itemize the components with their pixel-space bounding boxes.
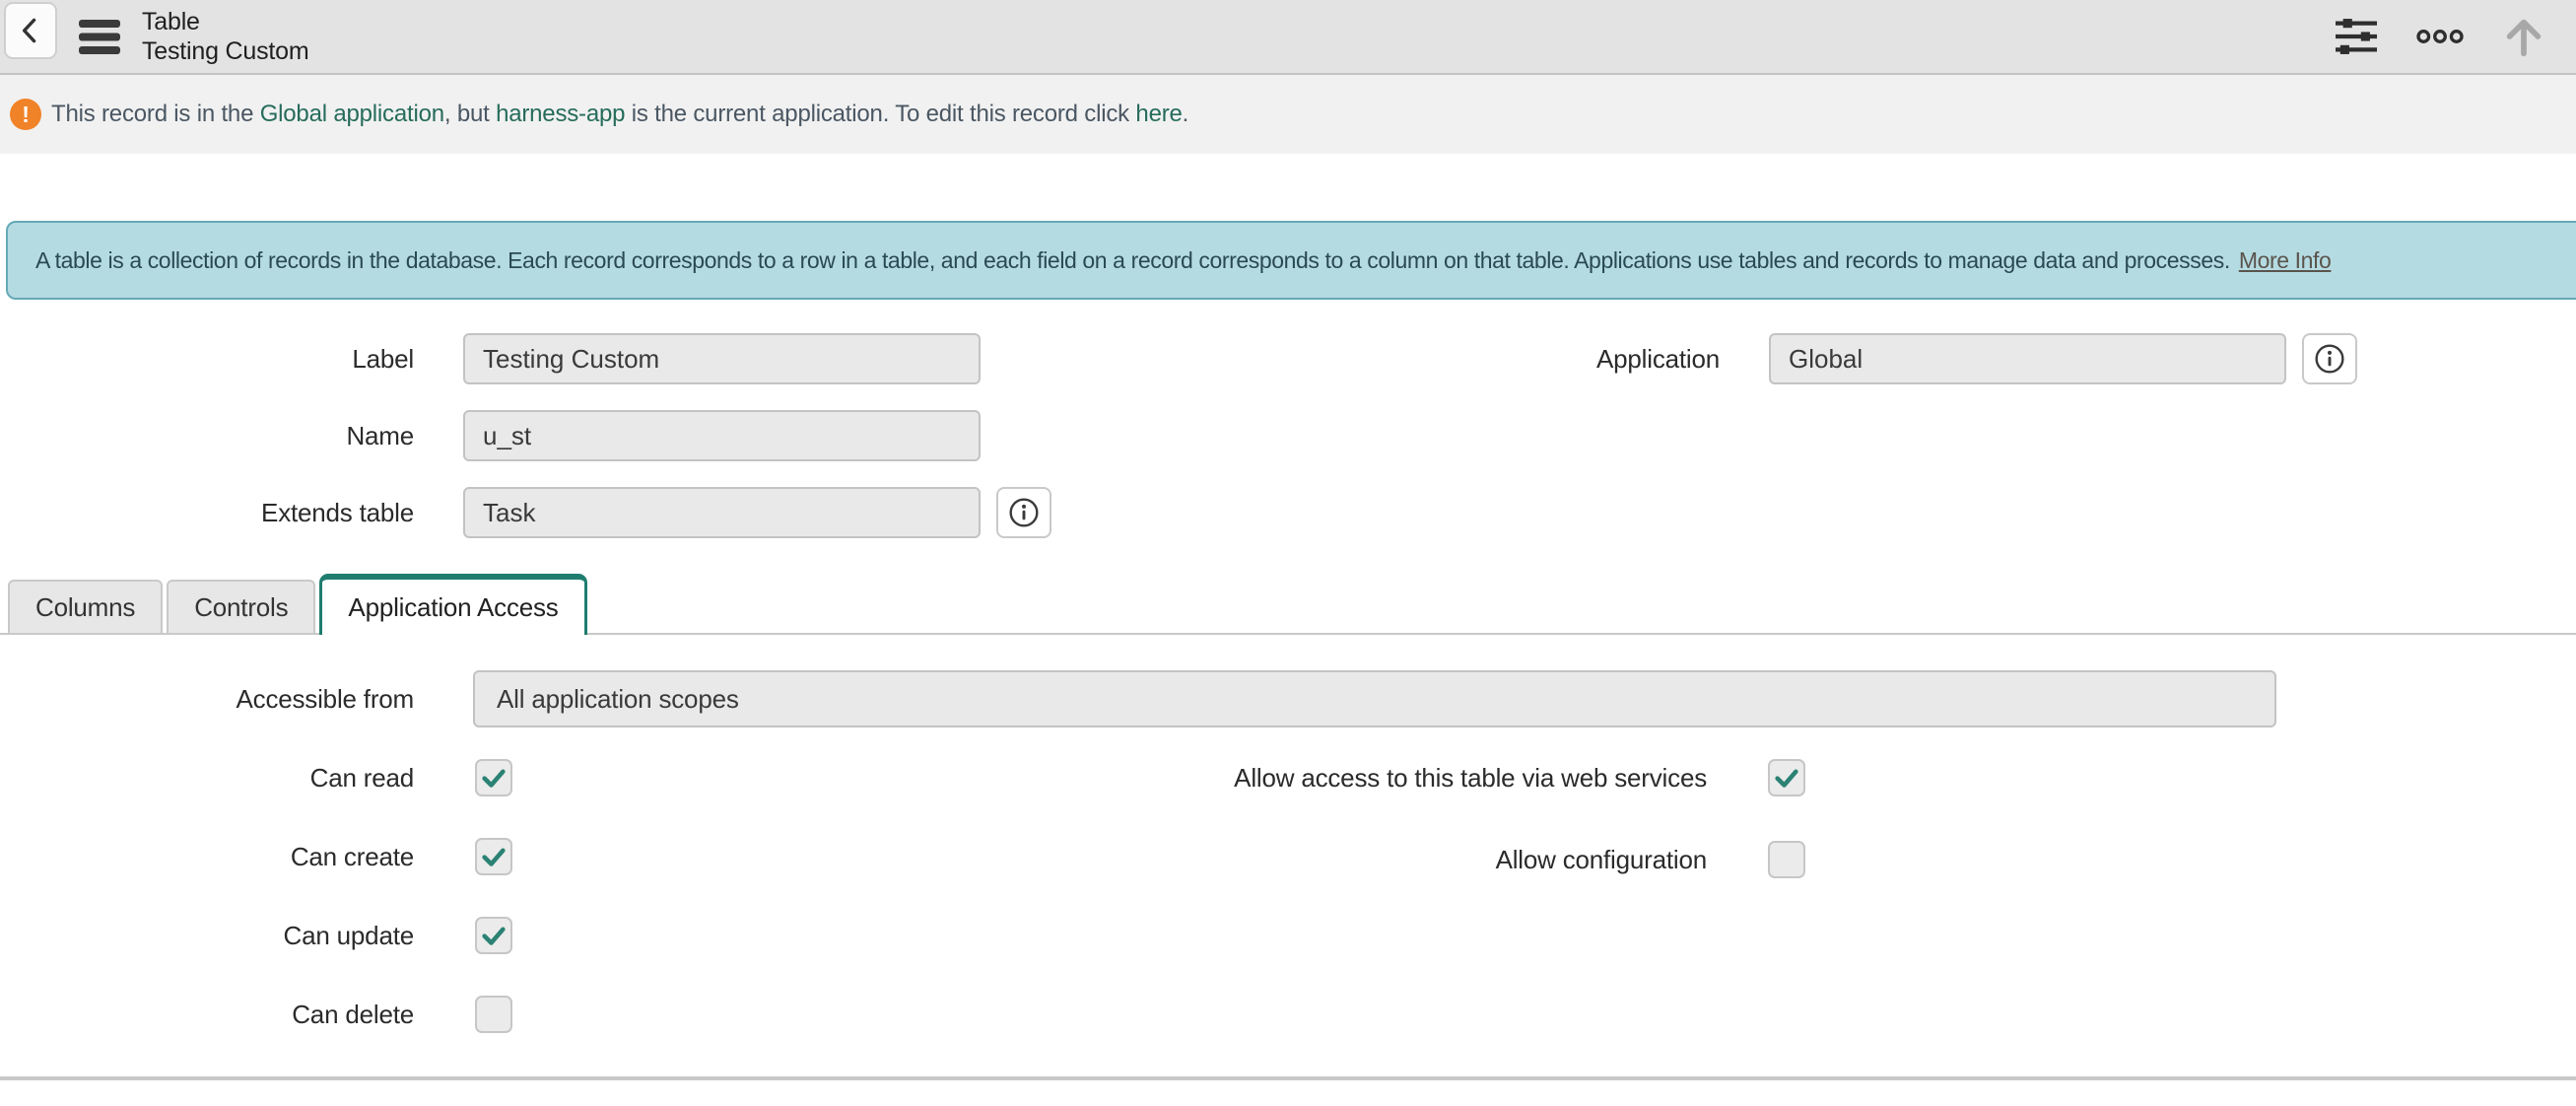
checkmark-icon: [1772, 763, 1801, 793]
web-services-checkbox[interactable]: [1768, 759, 1805, 796]
form-context-menu-button[interactable]: [79, 20, 120, 54]
application-field-input[interactable]: [1769, 333, 2286, 384]
web-services-row: Allow access to this table via web servi…: [1202, 759, 1805, 796]
record-title: Testing Custom: [142, 36, 309, 66]
tab-columns[interactable]: Columns: [8, 580, 163, 633]
warning-text: , but: [444, 101, 496, 127]
accessible-from-row: Accessible from All application scopes: [0, 670, 2576, 727]
allow-configuration-row: Allow configuration: [1202, 841, 1805, 878]
chevron-left-icon: [14, 14, 47, 47]
info-circle-icon: [1008, 497, 1040, 528]
application-field-label: Application: [1306, 344, 1720, 375]
tab-application-access[interactable]: Application Access: [319, 574, 586, 635]
banner-text: A table is a collection of records in th…: [35, 247, 2230, 274]
application-field-row: Application: [1306, 333, 2357, 384]
label-field-input[interactable]: [463, 333, 981, 384]
can-delete-checkbox[interactable]: [475, 996, 512, 1033]
can-read-label: Can read: [0, 763, 414, 794]
cross-scope-warning: ! This record is in the Global applicati…: [0, 75, 2576, 154]
topbar-actions: [2334, 14, 2546, 59]
tab-controls[interactable]: Controls: [167, 580, 315, 633]
tab-label: Columns: [35, 592, 135, 623]
sliders-icon: [2334, 16, 2379, 57]
checkmark-icon: [479, 842, 508, 871]
more-info-link[interactable]: More Info: [2239, 247, 2332, 274]
can-delete-label: Can delete: [0, 1000, 414, 1030]
name-field-row: Name: [0, 410, 2576, 461]
web-services-label: Allow access to this table via web servi…: [1202, 759, 1707, 796]
application-access-panel: Accessible from All application scopes C…: [0, 635, 2576, 1080]
access-right-column: Allow access to this table via web servi…: [1202, 759, 1805, 923]
record-type: Table: [142, 7, 309, 36]
form-header: Table Testing Custom: [0, 0, 2576, 75]
back-button[interactable]: [4, 2, 57, 59]
info-circle-icon: [2314, 343, 2345, 375]
allow-configuration-checkbox[interactable]: [1768, 841, 1805, 878]
form-right-column: Application: [1306, 333, 2357, 410]
extends-table-info-button[interactable]: [996, 487, 1051, 538]
can-delete-row: Can delete: [0, 996, 2576, 1033]
spacer: [0, 154, 2576, 221]
name-field-input[interactable]: [463, 410, 981, 461]
application-info-button[interactable]: [2302, 333, 2357, 384]
extends-table-field-input[interactable]: [463, 487, 981, 538]
hamburger-icon: [79, 20, 120, 54]
exclamation-circle-icon: !: [10, 99, 41, 130]
table-form: Label Name Extends table Application: [0, 300, 2576, 572]
form-tabs: Columns Controls Application Access: [0, 572, 2576, 635]
extends-table-field-row: Extends table: [0, 487, 2576, 538]
edit-here-link[interactable]: here: [1135, 101, 1182, 127]
warning-text: .: [1183, 101, 1188, 127]
checkmark-icon: [479, 763, 508, 793]
allow-configuration-label: Allow configuration: [1202, 841, 1707, 878]
current-application-link[interactable]: harness-app: [496, 101, 625, 127]
global-application-link[interactable]: Global application: [260, 101, 444, 127]
can-read-checkbox[interactable]: [475, 759, 512, 796]
personalize-form-button[interactable]: [2334, 16, 2379, 57]
extends-table-field-label: Extends table: [0, 498, 414, 528]
accessible-from-label: Accessible from: [0, 684, 414, 715]
table-description-banner: A table is a collection of records in th…: [6, 221, 2576, 300]
ellipsis-icon: [2414, 28, 2466, 45]
name-field-label: Name: [0, 421, 414, 451]
accessible-from-select[interactable]: All application scopes: [473, 670, 2276, 727]
more-options-button[interactable]: [2414, 28, 2466, 45]
can-create-checkbox[interactable]: [475, 838, 512, 875]
can-create-label: Can create: [0, 842, 414, 872]
warning-message: This record is in the Global application…: [51, 101, 1188, 128]
can-update-checkbox[interactable]: [475, 917, 512, 954]
arrow-up-icon: [2501, 14, 2546, 59]
label-field-label: Label: [0, 344, 414, 375]
record-title-block: Table Testing Custom: [142, 7, 309, 66]
checkmark-icon: [479, 921, 508, 950]
tab-label: Controls: [194, 592, 288, 623]
warning-text: This record is in the: [51, 101, 260, 127]
scroll-to-top-button[interactable]: [2501, 14, 2546, 59]
warning-text: is the current application. To edit this…: [625, 101, 1135, 127]
can-update-label: Can update: [0, 921, 414, 951]
tab-label: Application Access: [348, 592, 558, 623]
